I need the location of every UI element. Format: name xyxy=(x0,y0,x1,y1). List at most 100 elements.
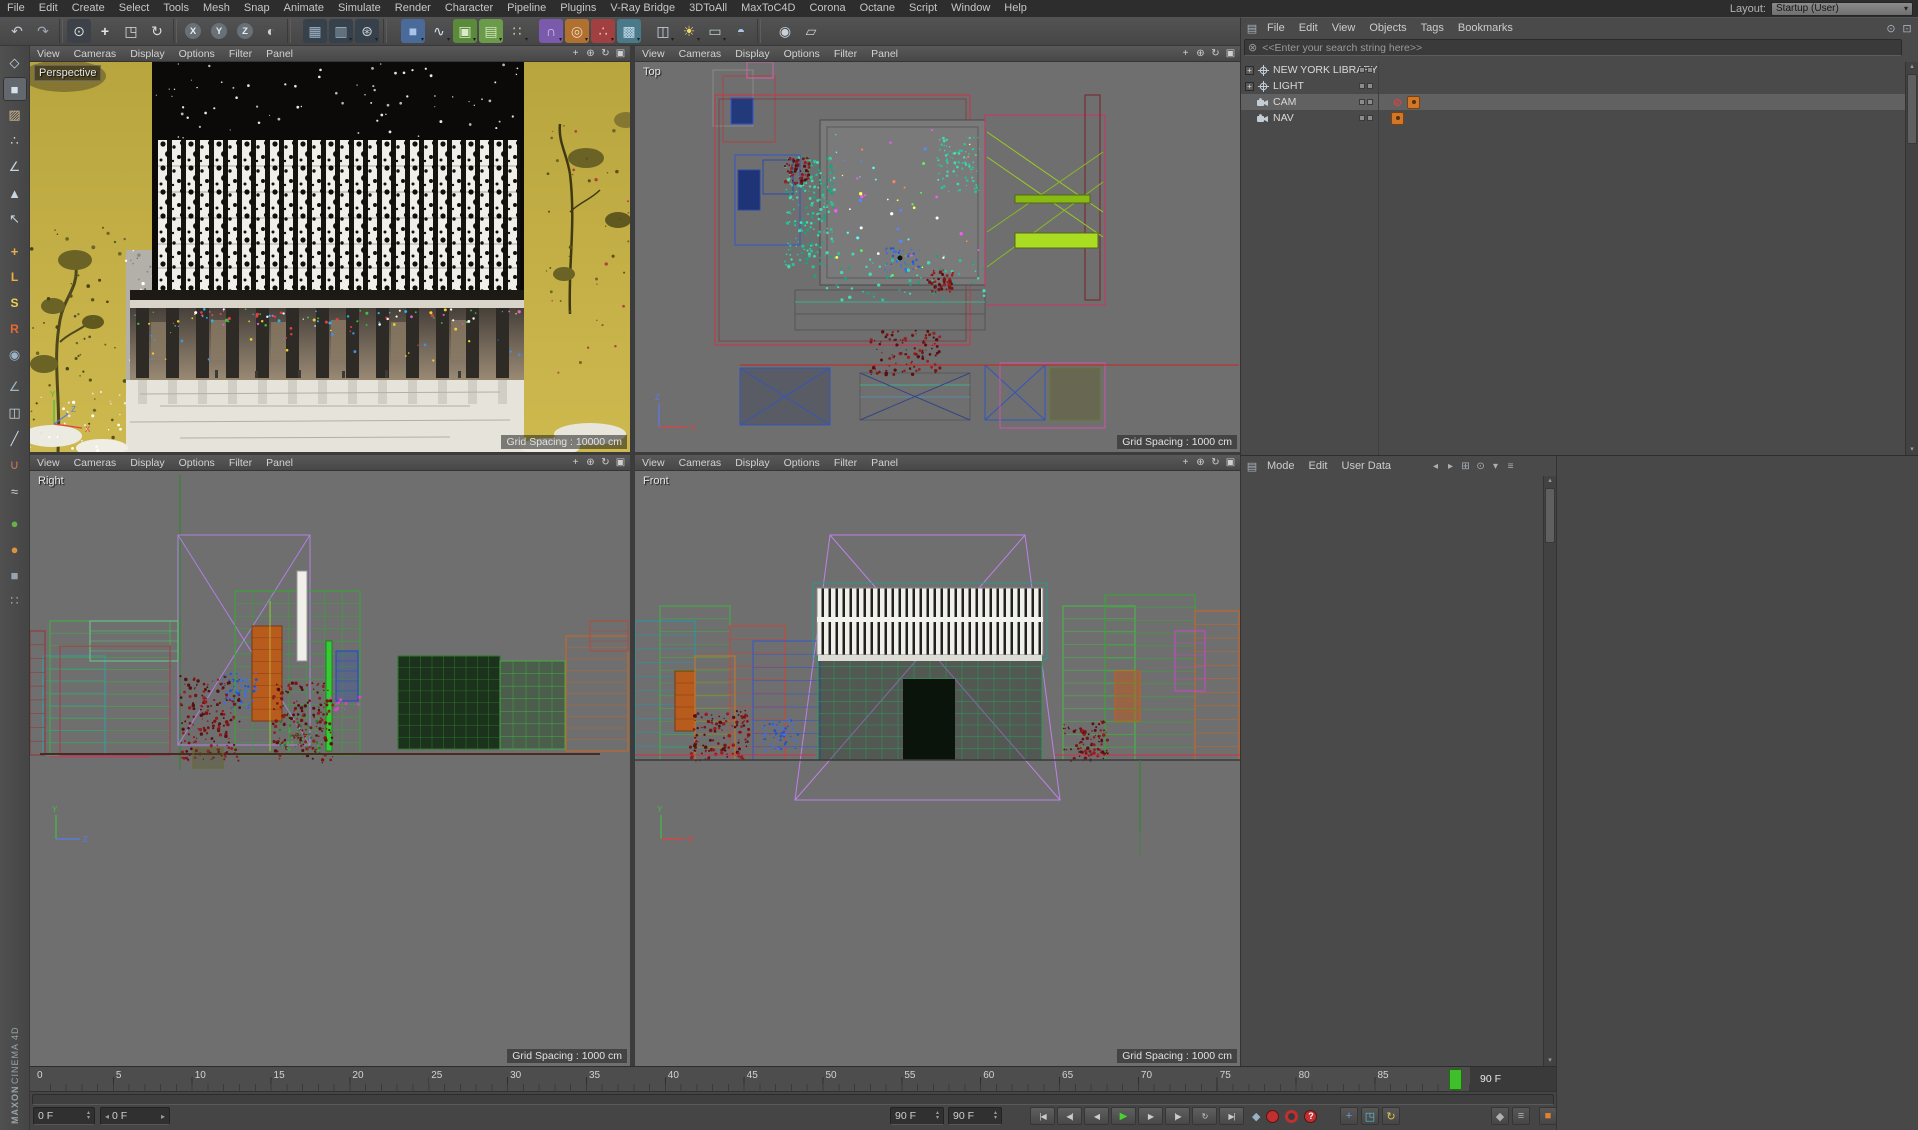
vp-menu-filter[interactable]: Filter xyxy=(222,48,259,60)
add-sky-icon[interactable]: ◓ xyxy=(729,19,753,43)
range-start-field[interactable]: ◂ 0 F ▸ xyxy=(100,1107,170,1125)
autokeying-button[interactable] xyxy=(1285,1109,1299,1123)
add-volume-icon[interactable]: ▩ ▾ xyxy=(617,19,641,43)
om-scrollbar[interactable]: ▴ ▾ xyxy=(1905,62,1918,455)
viewport-splitter-vertical[interactable] xyxy=(630,46,635,1066)
timeline-slider-track[interactable] xyxy=(32,1094,1554,1105)
right-canvas[interactable]: Y Z xyxy=(30,471,630,1066)
am-menu-mode[interactable]: Mode xyxy=(1260,460,1302,472)
vp-menu-view[interactable]: View xyxy=(30,48,67,60)
rotate-view-icon[interactable]: ↻ xyxy=(598,457,613,468)
display-off-tag-icon[interactable]: ⊘ xyxy=(1391,96,1404,109)
add-light-icon[interactable]: ☀ ▾ xyxy=(677,19,701,44)
scale-tool-icon[interactable]: ◳ xyxy=(119,19,143,43)
scroll-up-icon[interactable]: ▴ xyxy=(1906,62,1918,72)
viewport-label[interactable]: Perspective xyxy=(34,65,102,81)
menu-corona[interactable]: Corona xyxy=(802,0,852,17)
scroll-up-icon[interactable]: ▴ xyxy=(1544,476,1556,486)
step-left-icon[interactable]: ◂ xyxy=(105,1112,109,1121)
vp-menu-display[interactable]: Display xyxy=(123,457,171,469)
previous-key-button[interactable]: ◀| xyxy=(1057,1107,1082,1125)
render-lock-toggle[interactable]: ≡ xyxy=(1512,1107,1530,1125)
edges-mode-icon[interactable]: ∠ xyxy=(3,155,27,179)
front-canvas[interactable]: Y X xyxy=(635,471,1240,1066)
snap-icon[interactable]: ◉ xyxy=(3,343,27,367)
lock-y-axis-icon[interactable]: Y xyxy=(207,19,231,43)
add-extrude-icon[interactable]: ▤ ▾ xyxy=(479,19,503,43)
menu-pipeline[interactable]: Pipeline xyxy=(500,0,553,17)
zoom-view-icon[interactable]: ⊕ xyxy=(583,48,598,59)
lock-z-axis-icon[interactable]: Z xyxy=(233,19,257,43)
expand-icon[interactable]: + xyxy=(1245,65,1254,75)
add-floor-icon[interactable]: ▭ ▾ xyxy=(703,19,727,44)
render-picture-viewer-icon[interactable]: ▥ ▾ xyxy=(329,19,353,43)
spinner-down-icon[interactable]: ▾ xyxy=(87,1115,90,1121)
goto-end-button[interactable]: ▶| xyxy=(1219,1107,1244,1125)
spinner-down-icon[interactable]: ▾ xyxy=(994,1115,997,1121)
toggle-view-icon[interactable]: ▣ xyxy=(1223,457,1238,468)
zoom-view-icon[interactable]: ⊕ xyxy=(583,457,598,468)
toggle-view-icon[interactable]: ▣ xyxy=(1223,48,1238,59)
render-dot[interactable] xyxy=(1367,83,1373,89)
menu-mesh[interactable]: Mesh xyxy=(196,0,237,17)
vp-menu-panel[interactable]: Panel xyxy=(259,457,300,469)
vp-menu-cameras[interactable]: Cameras xyxy=(672,48,729,60)
gray-cube-icon[interactable]: ■ xyxy=(3,563,27,587)
record-help-button[interactable]: ? xyxy=(1304,1109,1318,1123)
menu-maxtoc4d[interactable]: MaxToC4D xyxy=(734,0,802,17)
lock-icon[interactable]: ⊡ xyxy=(1899,22,1915,35)
object-row-light[interactable]: + LIGHT xyxy=(1241,78,1905,94)
pan-view-icon[interactable]: + xyxy=(568,48,583,59)
vp-menu-options[interactable]: Options xyxy=(172,48,222,60)
om-menu-tags[interactable]: Tags xyxy=(1414,22,1451,34)
am-scrollbar-thumb[interactable] xyxy=(1545,488,1555,543)
pan-view-icon[interactable]: + xyxy=(1178,457,1193,468)
visibility-dots[interactable] xyxy=(1359,115,1373,121)
vp-menu-cameras[interactable]: Cameras xyxy=(67,48,124,60)
next-key-button[interactable]: |▶ xyxy=(1165,1107,1190,1125)
menu-v-ray-bridge[interactable]: V-Ray Bridge xyxy=(603,0,682,17)
layout-select[interactable]: Startup (User) ▾ xyxy=(1771,1,1913,16)
smooth-icon[interactable]: ≈ xyxy=(3,479,27,503)
polygons-mode-icon[interactable]: ▲ xyxy=(3,181,27,205)
editor-dot[interactable] xyxy=(1359,115,1365,121)
redo-icon[interactable]: ↷ xyxy=(31,19,55,43)
record-keyframe-button[interactable] xyxy=(1266,1109,1280,1123)
viewport-label[interactable]: Front xyxy=(639,474,673,488)
vp-menu-panel[interactable]: Panel xyxy=(259,48,300,60)
om-menu-view[interactable]: View xyxy=(1325,22,1363,34)
pan-view-icon[interactable]: + xyxy=(1178,48,1193,59)
knife-icon[interactable]: ╱ xyxy=(3,427,27,451)
viewport-right[interactable]: View Cameras Display Options Filter Panel + ⊕ ↻… xyxy=(30,455,630,1066)
vray-sun-icon[interactable]: S xyxy=(3,291,27,315)
viewport-label[interactable]: Right xyxy=(34,474,68,488)
add-mograph-icon[interactable]: ∴ ▾ xyxy=(591,19,615,43)
search-icon[interactable]: ⊙ xyxy=(1473,461,1488,472)
om-scrollbar-thumb[interactable] xyxy=(1907,74,1917,144)
zoom-view-icon[interactable]: ⊕ xyxy=(1193,48,1208,59)
vp-menu-display[interactable]: Display xyxy=(728,457,776,469)
om-menu-edit[interactable]: Edit xyxy=(1292,22,1325,34)
material-slot-icon[interactable]: ■ xyxy=(1539,1107,1557,1125)
menu-select[interactable]: Select xyxy=(112,0,157,17)
rotate-view-icon[interactable]: ↻ xyxy=(1208,48,1223,59)
vp-menu-panel[interactable]: Panel xyxy=(864,457,905,469)
menu-animate[interactable]: Animate xyxy=(277,0,331,17)
menu-3dtoall[interactable]: 3DToAll xyxy=(682,0,734,17)
grid-icon[interactable]: ⊞ xyxy=(1458,461,1473,472)
add-cube-icon[interactable]: ■ ▾ xyxy=(401,19,425,43)
mirror-icon[interactable]: ◫ xyxy=(3,401,27,425)
current-frame-marker[interactable] xyxy=(1449,1069,1462,1090)
menu-help[interactable]: Help xyxy=(997,0,1034,17)
solo-toggle[interactable]: ◆ xyxy=(1491,1107,1509,1125)
vray-render-icon[interactable]: R xyxy=(3,317,27,341)
vray-cam-tag-icon[interactable] xyxy=(1407,95,1420,109)
top-canvas[interactable]: X Z xyxy=(635,62,1240,452)
tweak-mode-icon[interactable]: ↖ xyxy=(3,207,27,231)
menu-render[interactable]: Render xyxy=(388,0,438,17)
undo-icon[interactable]: ↶ xyxy=(5,19,29,43)
menu-window[interactable]: Window xyxy=(944,0,997,17)
vp-menu-panel[interactable]: Panel xyxy=(864,48,905,60)
lock-x-axis-icon[interactable]: X xyxy=(181,19,205,43)
history-back-icon[interactable]: ◂ xyxy=(1428,461,1443,472)
